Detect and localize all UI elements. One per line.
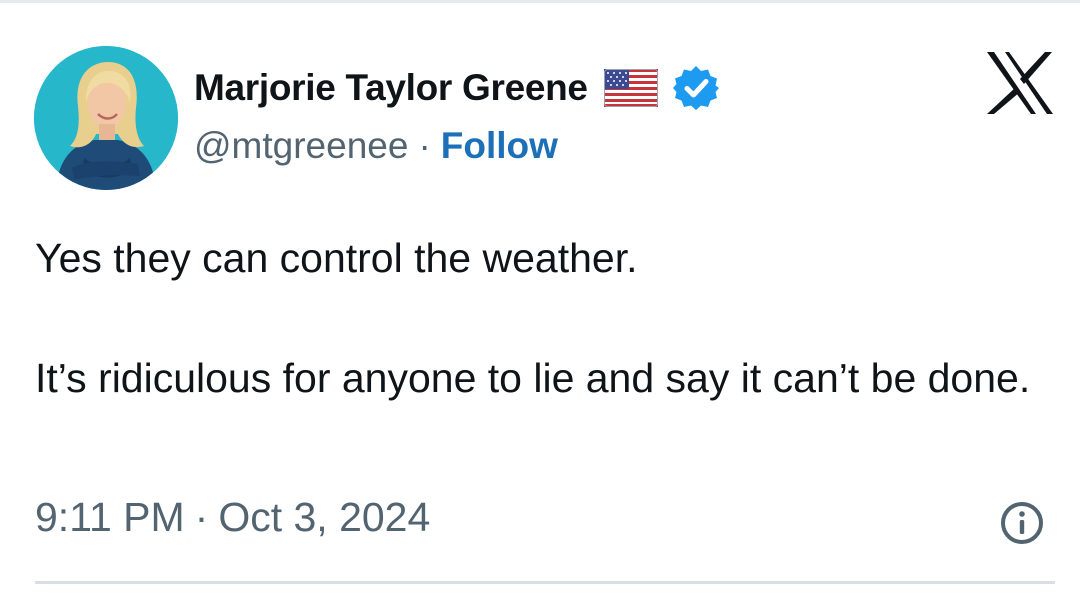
x-logo-icon[interactable]	[985, 50, 1055, 116]
author-handle[interactable]: @mtgreenee	[194, 125, 408, 167]
author-name-row: Marjorie Taylor Greene	[194, 61, 720, 115]
tweet-text: Yes they can control the weather. It’s r…	[35, 228, 1035, 408]
tweet-paragraph: It’s ridiculous for anyone to lie and sa…	[35, 355, 1031, 401]
author-block: Marjorie Taylor Greene @mtgreenee · Foll…	[194, 61, 720, 166]
tweet-timestamp[interactable]: 9:11 PM · Oct 3, 2024	[35, 494, 430, 541]
avatar-image	[34, 46, 178, 190]
follow-button[interactable]: Follow	[441, 125, 558, 167]
tweet-embed-card: Marjorie Taylor Greene @mtgreenee · Foll…	[0, 0, 1080, 600]
author-handle-row: @mtgreenee · Follow	[194, 125, 720, 167]
divider	[35, 581, 1055, 584]
tweet-time: 9:11 PM	[35, 494, 185, 540]
us-flag-icon	[603, 69, 658, 107]
timestamp-separator: ·	[194, 494, 209, 540]
info-icon[interactable]	[998, 499, 1046, 547]
author-display-name[interactable]: Marjorie Taylor Greene	[194, 67, 588, 109]
tweet-paragraph: Yes they can control the weather.	[35, 235, 638, 281]
handle-separator: ·	[418, 125, 431, 166]
avatar[interactable]	[34, 46, 178, 190]
tweet-date: Oct 3, 2024	[218, 494, 431, 540]
verified-badge-icon	[672, 64, 720, 112]
